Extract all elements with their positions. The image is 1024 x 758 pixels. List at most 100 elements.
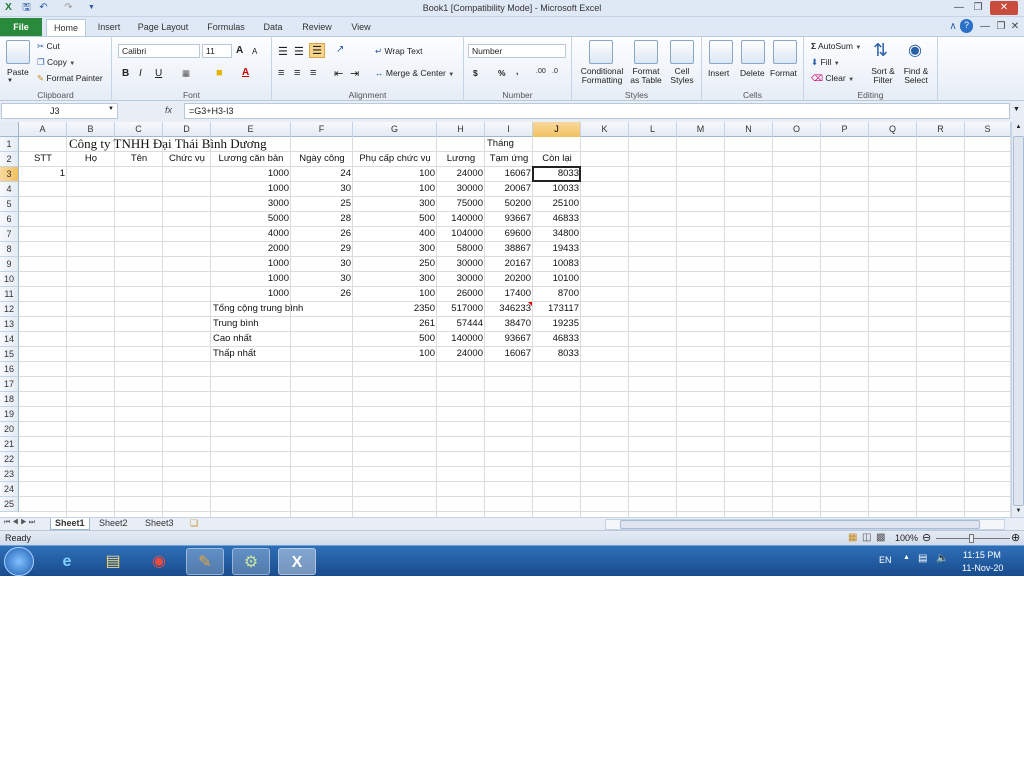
cell-i4[interactable]: 20067 [485,182,533,197]
underline-button[interactable]: U [155,68,162,79]
increase-indent-icon[interactable]: ⇥ [350,67,359,80]
borders-icon[interactable]: ▦ [182,68,190,79]
cell-i12[interactable]: 346233 [485,302,533,317]
cell-g10[interactable]: 300 [353,272,437,287]
cell-i8[interactable]: 38867 [485,242,533,257]
help-icon[interactable]: ? [960,19,973,33]
format-cells-button[interactable]: Format [770,68,797,78]
clear-button[interactable]: ⌫ Clear ▼ [811,73,854,84]
font-size-combo[interactable]: 11 [202,44,232,58]
worksheet-grid[interactable]: ABCDEFGHIJKLMNOPQRS 1 2 3 4 5 6 7 8 9 10 11 12 13 14 1… [0,122,1011,517]
row-header-11[interactable]: 11 [0,287,19,302]
column-header-l[interactable]: L [629,122,677,137]
tab-insert[interactable]: Insert [90,19,128,36]
conditional-formatting-icon[interactable] [589,40,613,64]
cell-i10[interactable]: 20200 [485,272,533,287]
row-header-10[interactable]: 10 [0,272,19,287]
cell-h14[interactable]: 140000 [437,332,485,347]
insert-cells-icon[interactable] [709,40,733,64]
shrink-font-button[interactable]: A [252,47,257,56]
cell-i5[interactable]: 50200 [485,197,533,212]
cell-h8[interactable]: 58000 [437,242,485,257]
paint-icon[interactable]: ✎ [186,548,224,575]
cell-j7[interactable]: 34800 [533,227,581,242]
find-select-button[interactable]: Find & Select [901,67,931,85]
cell-f5[interactable]: 25 [291,197,353,212]
cell-g3[interactable]: 100 [353,167,437,182]
insert-cells-button[interactable]: Insert [708,68,729,78]
italic-button[interactable]: I [139,68,142,79]
row-header-13[interactable]: 13 [0,317,19,332]
column-header-d[interactable]: D [163,122,211,137]
cell-j9[interactable]: 10083 [533,257,581,272]
cell-g11[interactable]: 100 [353,287,437,302]
cell-j5[interactable]: 25100 [533,197,581,212]
row-header-12[interactable]: 12 [0,302,19,317]
cell-h6[interactable]: 140000 [437,212,485,227]
network-icon[interactable]: ▤ [918,553,927,564]
row-header-7[interactable]: 7 [0,227,19,242]
cell-j8[interactable]: 19433 [533,242,581,257]
paste-icon[interactable] [6,40,30,64]
column-header-a[interactable]: A [19,122,67,137]
cell-e7[interactable]: 4000 [211,227,291,242]
grow-font-button[interactable]: A [236,45,243,56]
volume-icon[interactable]: 🔈 [936,553,948,564]
fill-color-icon[interactable]: ■ [216,67,223,79]
name-box-dropdown-icon[interactable]: ▼ [108,106,114,112]
format-as-table-icon[interactable] [634,40,658,64]
header-cell-j[interactable]: Còn lại [533,152,581,167]
format-painter-button[interactable]: ✎ Format Painter [37,73,103,84]
column-header-h[interactable]: H [437,122,485,137]
cell-h13[interactable]: 57444 [437,317,485,332]
insert-function-button[interactable]: fx [165,105,172,115]
header-cell-d[interactable]: Chức vụ [163,152,211,167]
sheet-tab-1[interactable]: Sheet1 [50,518,90,530]
tab-home[interactable]: Home [46,19,86,36]
header-cell-f[interactable]: Ngày công [291,152,353,167]
game-app-icon[interactable]: ⚙ [232,548,270,575]
summary-label-15[interactable]: Thấp nhất [211,347,353,362]
row-header-8[interactable]: 8 [0,242,19,257]
cell-i14[interactable]: 93667 [485,332,533,347]
row-header-23[interactable]: 23 [0,467,19,482]
cell-h9[interactable]: 30000 [437,257,485,272]
font-name-combo[interactable]: Calibri [118,44,200,58]
row-header-24[interactable]: 24 [0,482,19,497]
cell-f9[interactable]: 30 [291,257,353,272]
cell-i1[interactable]: Tháng [485,137,533,152]
close-icon[interactable]: ✕ [990,1,1018,15]
cell-h10[interactable]: 30000 [437,272,485,287]
cell-f8[interactable]: 29 [291,242,353,257]
header-cell-e[interactable]: Lương căn bản [211,152,291,167]
currency-button[interactable]: $ [473,68,478,78]
format-cells-icon[interactable] [773,40,797,64]
column-header-s[interactable]: S [965,122,1011,137]
restore-icon[interactable]: ❐ [969,1,987,15]
sheet-nav-icon[interactable]: ⏮◀▶⏭ [4,519,37,527]
row-header-21[interactable]: 21 [0,437,19,452]
page-break-view-icon[interactable]: ▩ [876,532,885,543]
row-header-14[interactable]: 14 [0,332,19,347]
header-cell-i[interactable]: Tạm ứng [485,152,533,167]
orientation-icon[interactable]: ↗ [336,44,344,55]
column-header-c[interactable]: C [115,122,163,137]
copy-button[interactable]: ❐ Copy ▼ [37,57,75,68]
cell-i9[interactable]: 20167 [485,257,533,272]
align-middle-icon[interactable]: ☰ [294,45,304,58]
cell-e11[interactable]: 1000 [211,287,291,302]
cell-h11[interactable]: 26000 [437,287,485,302]
tab-page-layout[interactable]: Page Layout [132,19,194,36]
cell-j14[interactable]: 46833 [533,332,581,347]
scroll-down-icon[interactable]: ▼ [1013,506,1024,517]
page-layout-view-icon[interactable]: ◫ [862,532,871,543]
zoom-slider-thumb[interactable] [969,534,974,543]
number-format-combo[interactable]: Number [468,44,566,58]
cell-h7[interactable]: 104000 [437,227,485,242]
format-as-table-button[interactable]: Format as Table [628,67,664,85]
tab-view[interactable]: View [344,19,378,36]
cell-e8[interactable]: 2000 [211,242,291,257]
row-header-16[interactable]: 16 [0,362,19,377]
cell-h4[interactable]: 30000 [437,182,485,197]
cell-e10[interactable]: 1000 [211,272,291,287]
